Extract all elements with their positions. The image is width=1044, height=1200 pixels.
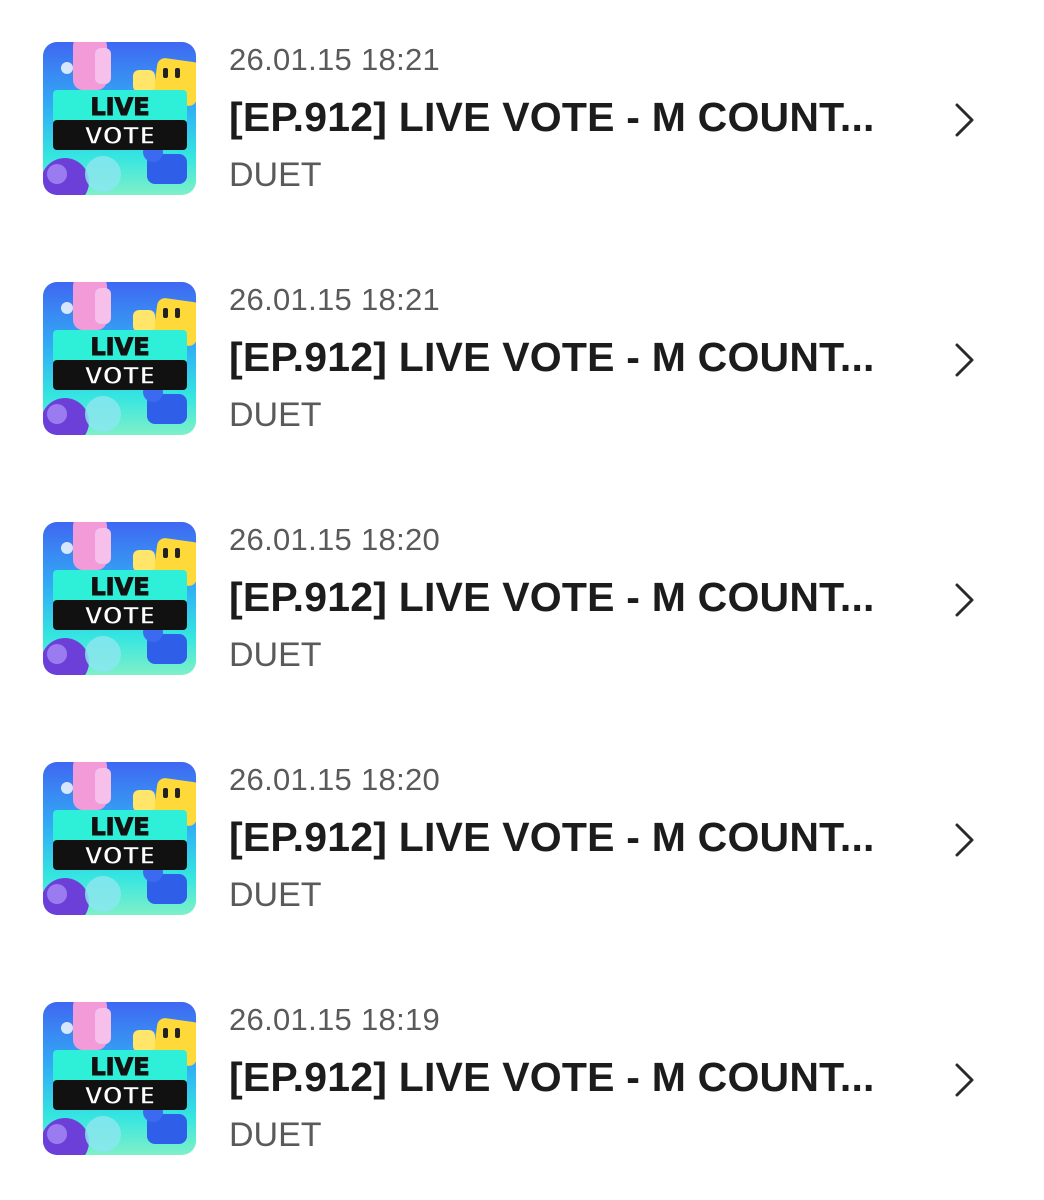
live-vote-thumbnail: LIVE VOTE xyxy=(43,762,196,915)
list-item[interactable]: LIVE VOTE 26.01.15 18:20 [EP.912] LIVE V… xyxy=(0,480,1044,720)
item-subtitle: DUET xyxy=(229,1116,322,1154)
item-date: 26.01.15 18:20 xyxy=(229,762,441,797)
list-item[interactable]: LIVE VOTE 26.01.15 18:21 [EP.912] LIVE V… xyxy=(0,240,1044,480)
list-item[interactable]: LIVE VOTE 26.01.15 18:19 [EP.912] LIVE V… xyxy=(0,960,1044,1200)
item-title: [EP.912] LIVE VOTE - M COUNT... xyxy=(229,574,875,620)
list-item[interactable]: LIVE VOTE 26.01.15 18:20 [EP.912] LIVE V… xyxy=(0,720,1044,960)
vote-history-list: LIVE VOTE 26.01.15 18:21 [EP.912] LIVE V… xyxy=(0,0,1044,1200)
item-subtitle: DUET xyxy=(229,396,322,434)
chevron-right-icon[interactable] xyxy=(948,1060,980,1100)
thumb-live-label: LIVE xyxy=(90,1053,149,1081)
list-item[interactable]: LIVE VOTE 26.01.15 18:21 [EP.912] LIVE V… xyxy=(0,0,1044,240)
chevron-right-icon[interactable] xyxy=(948,820,980,860)
thumb-vote-label: VOTE xyxy=(84,842,155,870)
thumb-live-label: LIVE xyxy=(90,93,149,121)
thumb-vote-label: VOTE xyxy=(84,602,155,630)
item-title: [EP.912] LIVE VOTE - M COUNT... xyxy=(229,94,875,140)
item-title: [EP.912] LIVE VOTE - M COUNT... xyxy=(229,814,875,860)
chevron-right-icon[interactable] xyxy=(948,580,980,620)
item-date: 26.01.15 18:21 xyxy=(229,282,441,317)
item-subtitle: DUET xyxy=(229,636,322,674)
live-vote-thumbnail: LIVE VOTE xyxy=(43,282,196,435)
thumb-live-label: LIVE xyxy=(90,813,149,841)
item-subtitle: DUET xyxy=(229,876,322,914)
item-date: 26.01.15 18:20 xyxy=(229,522,441,557)
live-vote-thumbnail: LIVE VOTE xyxy=(43,1002,196,1155)
live-vote-thumbnail: LIVE VOTE xyxy=(43,42,196,195)
item-date: 26.01.15 18:21 xyxy=(229,42,441,77)
thumb-live-label: LIVE xyxy=(90,573,149,601)
thumb-vote-label: VOTE xyxy=(84,1082,155,1110)
item-date: 26.01.15 18:19 xyxy=(229,1002,441,1037)
thumb-vote-label: VOTE xyxy=(84,362,155,390)
item-title: [EP.912] LIVE VOTE - M COUNT... xyxy=(229,334,875,380)
chevron-right-icon[interactable] xyxy=(948,100,980,140)
item-subtitle: DUET xyxy=(229,156,322,194)
live-vote-thumbnail: LIVE VOTE xyxy=(43,522,196,675)
thumb-live-label: LIVE xyxy=(90,333,149,361)
chevron-right-icon[interactable] xyxy=(948,340,980,380)
item-title: [EP.912] LIVE VOTE - M COUNT... xyxy=(229,1054,875,1100)
thumb-vote-label: VOTE xyxy=(84,122,155,150)
